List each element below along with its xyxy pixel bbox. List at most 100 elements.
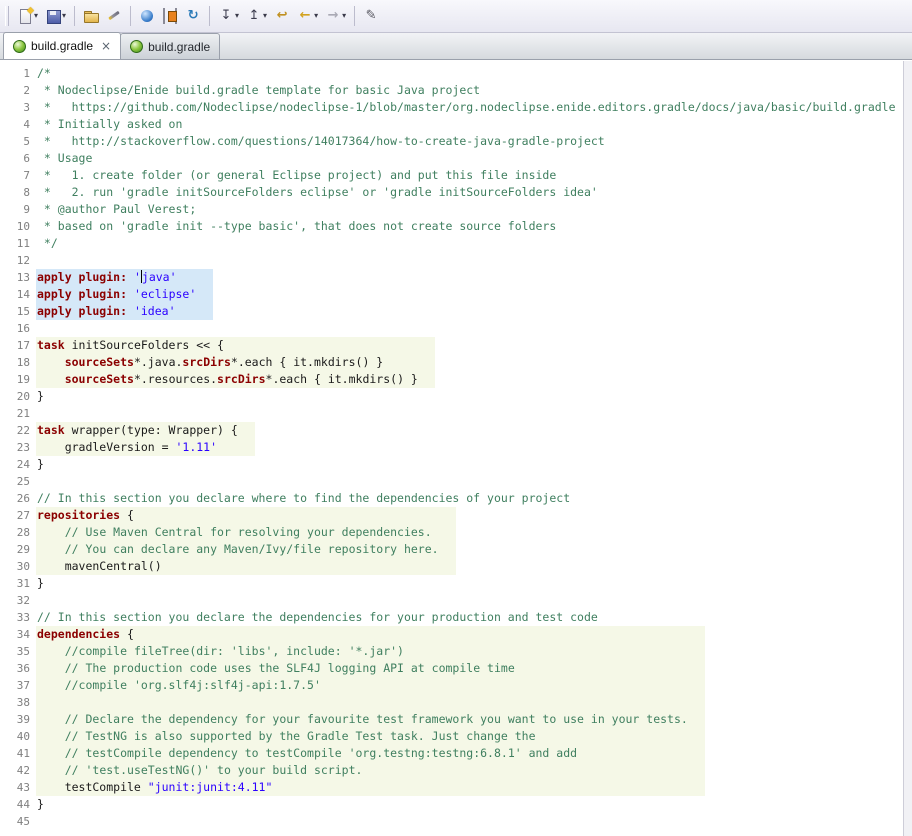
- line-number: 5: [23, 135, 30, 148]
- code-line-content: }: [37, 457, 44, 471]
- code-line-content: repositories {: [36, 507, 456, 524]
- line-number: 28: [16, 526, 30, 539]
- code-line[interactable]: [36, 694, 903, 711]
- code-area[interactable]: /* * Nodeclipse/Enide build.gradle templ…: [36, 61, 903, 836]
- code-line[interactable]: [36, 252, 903, 269]
- code-line[interactable]: */: [36, 235, 903, 252]
- code-line[interactable]: // testCompile dependency to testCompile…: [36, 745, 903, 762]
- code-line[interactable]: * @author Paul Verest;: [36, 201, 903, 218]
- code-line[interactable]: // Declare the dependency for your favou…: [36, 711, 903, 728]
- line-number: 37: [16, 679, 30, 692]
- refresh-icon: ↻: [187, 8, 199, 23]
- line-number: 25: [16, 475, 30, 488]
- code-line[interactable]: sourceSets*.resources.srcDirs*.each { it…: [36, 371, 903, 388]
- code-line[interactable]: * Initially asked on: [36, 116, 903, 133]
- code-line[interactable]: // The production code uses the SLF4J lo…: [36, 660, 903, 677]
- code-line-content: * 2. run 'gradle initSourceFolders eclip…: [37, 185, 598, 199]
- code-line[interactable]: [36, 473, 903, 490]
- eclipse-window: ▾ ▾ ↻ ↧ ▾ ↥ ▾ ↩ ← ▾ → ▾ ✎ build.gradle × build.gradle …: [0, 0, 912, 836]
- code-line[interactable]: }: [36, 456, 903, 473]
- tab-build.gradle-1[interactable]: build.gradle ×: [3, 32, 122, 59]
- pin-editor-button[interactable]: ✎: [360, 4, 382, 28]
- code-line[interactable]: testCompile "junit:junit:4.11": [36, 779, 903, 796]
- dropdown-arrow-icon[interactable]: ▾: [34, 12, 38, 20]
- code-line[interactable]: //compile fileTree(dir: 'libs', include:…: [36, 643, 903, 660]
- code-line[interactable]: gradleVersion = '1.11': [36, 439, 903, 456]
- new-button[interactable]: ▾: [14, 4, 41, 28]
- code-line-content: }: [37, 576, 44, 590]
- code-line-content: * Initially asked on: [37, 117, 183, 131]
- tab-build.gradle-2[interactable]: build.gradle: [120, 33, 221, 59]
- code-line[interactable]: // TestNG is also supported by the Gradl…: [36, 728, 903, 745]
- code-line[interactable]: task initSourceFolders << {: [36, 337, 903, 354]
- tab-label: build.gradle: [31, 39, 94, 53]
- code-line[interactable]: //compile 'org.slf4j:slf4j-api:1.7.5': [36, 677, 903, 694]
- dropdown-arrow-icon[interactable]: ▾: [263, 12, 267, 20]
- save-button[interactable]: ▾: [42, 4, 69, 28]
- open-folder-button[interactable]: [80, 4, 102, 28]
- toolbar-drag-handle[interactable]: [5, 6, 9, 26]
- last-edit-icon: ↩: [276, 8, 288, 23]
- line-number: 27: [16, 509, 30, 522]
- code-line[interactable]: // 'test.useTestNG()' to your build scri…: [36, 762, 903, 779]
- dropdown-arrow-icon[interactable]: ▾: [314, 12, 318, 20]
- code-line[interactable]: [36, 592, 903, 609]
- code-line[interactable]: // In this section you declare where to …: [36, 490, 903, 507]
- code-line[interactable]: }: [36, 796, 903, 813]
- code-line[interactable]: }: [36, 388, 903, 405]
- code-line-content: * Usage: [37, 151, 93, 165]
- code-line[interactable]: * Nodeclipse/Enide build.gradle template…: [36, 82, 903, 99]
- line-number: 31: [16, 577, 30, 590]
- line-number: 26: [16, 492, 30, 505]
- code-line[interactable]: * based on 'gradle init --type basic', t…: [36, 218, 903, 235]
- line-number: 13: [16, 271, 30, 284]
- last-edit-location-button[interactable]: ↩: [271, 4, 293, 28]
- refresh-button[interactable]: ↻: [182, 4, 204, 28]
- code-line-content: * @author Paul Verest;: [37, 202, 197, 216]
- code-line[interactable]: }: [36, 575, 903, 592]
- back-button[interactable]: ← ▾: [294, 4, 321, 28]
- code-line[interactable]: repositories {: [36, 507, 903, 524]
- line-number: 19: [16, 373, 30, 386]
- new-icon: [17, 8, 33, 24]
- toolbar-separator: [130, 6, 132, 26]
- code-line[interactable]: * http://stackoverflow.com/questions/140…: [36, 133, 903, 150]
- overview-ruler[interactable]: [903, 61, 912, 836]
- code-line[interactable]: * Usage: [36, 150, 903, 167]
- line-number: 3: [23, 101, 30, 114]
- code-line-content: // Use Maven Central for resolving your …: [36, 524, 456, 541]
- code-line[interactable]: [36, 405, 903, 422]
- code-line[interactable]: * https://github.com/Nodeclipse/nodeclip…: [36, 99, 903, 116]
- code-line-content: * http://stackoverflow.com/questions/140…: [37, 134, 605, 148]
- web-browser-button[interactable]: [136, 4, 158, 28]
- code-line[interactable]: [36, 320, 903, 337]
- code-line-content: task initSourceFolders << {: [36, 337, 435, 354]
- dropdown-arrow-icon[interactable]: ▾: [62, 12, 66, 20]
- code-line[interactable]: apply plugin: 'java': [36, 269, 903, 286]
- mark-occurrences-button[interactable]: [103, 4, 125, 28]
- code-line[interactable]: sourceSets*.java.srcDirs*.each { it.mkdi…: [36, 354, 903, 371]
- code-line[interactable]: apply plugin: 'idea': [36, 303, 903, 320]
- next-annotation-button[interactable]: ↧ ▾: [215, 4, 242, 28]
- console-button[interactable]: [159, 4, 181, 28]
- code-line[interactable]: // In this section you declare the depen…: [36, 609, 903, 626]
- code-line[interactable]: * 1. create folder (or general Eclipse p…: [36, 167, 903, 184]
- dropdown-arrow-icon[interactable]: ▾: [235, 12, 239, 20]
- code-line[interactable]: // Use Maven Central for resolving your …: [36, 524, 903, 541]
- back-icon: ←: [299, 8, 311, 23]
- code-line[interactable]: task wrapper(type: Wrapper) {: [36, 422, 903, 439]
- code-line[interactable]: /*: [36, 65, 903, 82]
- dropdown-arrow-icon[interactable]: ▾: [342, 12, 346, 20]
- code-line[interactable]: [36, 813, 903, 830]
- close-icon[interactable]: ×: [101, 40, 111, 52]
- code-line[interactable]: * 2. run 'gradle initSourceFolders eclip…: [36, 184, 903, 201]
- line-number: 14: [16, 288, 30, 301]
- previous-annotation-button[interactable]: ↥ ▾: [243, 4, 270, 28]
- code-line-content: // The production code uses the SLF4J lo…: [36, 660, 705, 677]
- code-line[interactable]: // You can declare any Maven/Ivy/file re…: [36, 541, 903, 558]
- code-line[interactable]: mavenCentral(): [36, 558, 903, 575]
- line-number: 22: [16, 424, 30, 437]
- code-line[interactable]: dependencies {: [36, 626, 903, 643]
- code-line[interactable]: apply plugin: 'eclipse': [36, 286, 903, 303]
- forward-button[interactable]: → ▾: [322, 4, 349, 28]
